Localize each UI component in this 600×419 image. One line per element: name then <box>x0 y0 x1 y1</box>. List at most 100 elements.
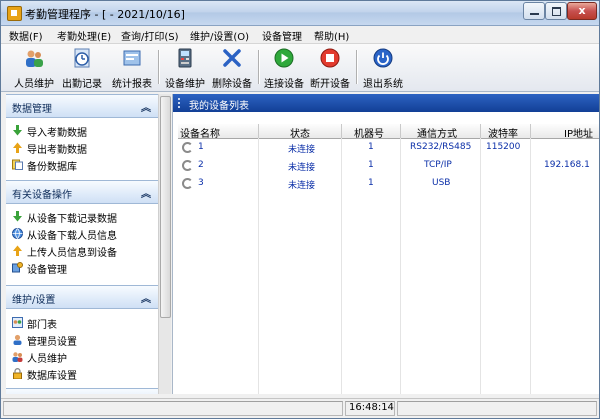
status-panel <box>3 401 343 416</box>
cell-baud-rate: 115200 <box>486 142 521 152</box>
nav-label: 上传人员信息到设备 <box>27 248 117 259</box>
navigation-pane: 数据管理 ︽ 导入考勤数据 导出考勤数据 备份数据库 有关设备操作 ︽ 从设备下… <box>6 94 158 394</box>
device-manage-icon <box>12 262 23 273</box>
col-device-name[interactable]: 设备名称 <box>180 125 220 140</box>
connect-device-button[interactable]: 连接设备 <box>261 46 307 90</box>
nav-label: 导入考勤数据 <box>27 128 87 139</box>
column-divider[interactable] <box>530 124 531 138</box>
refresh-icon <box>182 160 193 171</box>
arrow-up-icon <box>13 245 22 256</box>
toolbar: 人员维护 出勤记录 统计报表 设备维护 删除设备 连接设备 断开设备 退出系统 <box>1 43 599 92</box>
play-icon <box>274 48 294 68</box>
device-maintenance-button[interactable]: 设备维护 <box>162 46 208 90</box>
nav-label: 部门表 <box>27 320 57 331</box>
column-divider[interactable] <box>258 124 259 138</box>
menu-attendance[interactable]: 考勤处理(E) <box>57 28 111 43</box>
cell-status: 未连接 <box>288 145 316 155</box>
toolbar-separator <box>158 50 160 84</box>
disconnect-device-button[interactable]: 断开设备 <box>307 46 353 90</box>
col-ip-address[interactable]: IP地址 <box>564 125 593 140</box>
nav-label: 人员维护 <box>27 354 67 365</box>
cell-machine-no: 1 <box>368 178 374 188</box>
nav-label: 从设备下载人员信息 <box>27 231 117 242</box>
nav-label: 从设备下载记录数据 <box>27 214 117 225</box>
menu-help[interactable]: 帮助(H) <box>314 28 349 43</box>
group-collapsed-next[interactable] <box>6 388 158 394</box>
menu-query-print[interactable]: 查询/打印(S) <box>121 28 179 43</box>
collapse-icon[interactable]: ︽ <box>141 290 151 305</box>
group-maintenance-settings[interactable]: 维护/设置 ︽ <box>6 285 158 309</box>
column-divider[interactable] <box>341 124 342 138</box>
collapse-icon[interactable]: ︽ <box>141 185 151 200</box>
users-button[interactable]: 人员维护 <box>11 46 57 90</box>
maximize-button[interactable] <box>545 2 567 20</box>
status-bar: 16:48:14 <box>1 398 599 418</box>
attendance-record-label: 出勤记录 <box>62 79 102 90</box>
group-title: 数据管理 <box>12 104 52 115</box>
minimize-button[interactable] <box>523 2 545 20</box>
menu-device[interactable]: 设备管理 <box>262 28 302 43</box>
exit-button[interactable]: 退出系统 <box>360 46 406 90</box>
refresh-icon <box>182 142 193 153</box>
report-button[interactable]: 统计报表 <box>109 46 155 90</box>
cell-comm-mode: USB <box>432 178 451 188</box>
cell-comm-mode: TCP/IP <box>424 160 452 170</box>
nav-scrollbar[interactable] <box>158 94 171 394</box>
nav-label: 设备管理 <box>27 265 67 276</box>
collapse-icon[interactable]: ︽ <box>141 99 151 114</box>
report-label: 统计报表 <box>112 79 152 90</box>
table-row[interactable]: 3 未连接 1 USB <box>178 175 599 192</box>
arrow-down-icon <box>13 211 22 222</box>
delete-device-button[interactable]: 删除设备 <box>209 46 255 90</box>
clock-icon <box>74 48 90 68</box>
cell-comm-mode: RS232/RS485 <box>410 142 472 152</box>
cell-device-name: 2 <box>198 160 204 170</box>
nav-label: 数据库设置 <box>27 371 77 382</box>
users-icon <box>26 50 43 67</box>
exit-label: 退出系统 <box>363 79 403 90</box>
status-panel <box>397 401 597 416</box>
col-baud-rate[interactable]: 波特率 <box>488 125 518 140</box>
power-icon <box>373 48 393 68</box>
menu-data[interactable]: 数据(F) <box>9 28 43 43</box>
arrow-down-icon <box>13 125 22 136</box>
group-device-operations[interactable]: 有关设备操作 ︽ <box>6 180 158 204</box>
cell-device-name: 3 <box>198 178 204 188</box>
table-row[interactable]: 1 未连接 1 RS232/RS485 115200 <box>178 139 599 156</box>
close-button[interactable]: x <box>567 2 597 20</box>
window-title: 考勤管理程序 - [ - 2021/10/16] <box>25 8 185 21</box>
cell-device-name: 1 <box>198 142 204 152</box>
table-row[interactable]: 2 未连接 1 TCP/IP 192.168.1 <box>178 157 599 174</box>
users-label: 人员维护 <box>14 79 54 90</box>
title-bar[interactable]: 考勤管理程序 - [ - 2021/10/16] x <box>1 1 599 26</box>
menu-maintenance[interactable]: 维护/设置(O) <box>190 28 249 43</box>
col-machine-no[interactable]: 机器号 <box>354 125 384 140</box>
department-icon <box>12 317 23 328</box>
col-comm-mode[interactable]: 通信方式 <box>417 125 457 140</box>
column-divider[interactable] <box>400 124 401 138</box>
admin-icon <box>13 334 22 345</box>
app-window: 考勤管理程序 - [ - 2021/10/16] x 数据(F) 考勤处理(E)… <box>0 0 600 419</box>
nav-label: 备份数据库 <box>27 162 77 173</box>
refresh-icon <box>182 178 193 189</box>
nav-scrollbar-thumb[interactable] <box>160 96 171 318</box>
device-list-pane: 我的设备列表 设备名称 状态 机器号 通信方式 波特率 IP地址 1 未连接 1… <box>172 94 599 394</box>
column-divider[interactable] <box>480 124 481 138</box>
arrow-up-icon <box>13 142 22 153</box>
nav-label: 导出考勤数据 <box>27 145 87 156</box>
globe-icon <box>12 228 23 239</box>
cell-ip-address: 192.168.1 <box>544 160 590 170</box>
delete-device-label: 删除设备 <box>212 79 252 90</box>
person-icon <box>12 352 23 362</box>
cell-machine-no: 1 <box>368 142 374 152</box>
attendance-record-button[interactable]: 出勤记录 <box>59 46 105 90</box>
group-data-management[interactable]: 数据管理 ︽ <box>6 94 158 118</box>
connect-device-label: 连接设备 <box>264 79 304 90</box>
col-status[interactable]: 状态 <box>290 125 310 140</box>
grip-icon <box>178 98 182 108</box>
close-icon: x <box>578 4 586 17</box>
device-maintenance-label: 设备维护 <box>165 79 205 90</box>
device-list-header: 我的设备列表 <box>173 94 599 112</box>
menu-bar: 数据(F) 考勤处理(E) 查询/打印(S) 维护/设置(O) 设备管理 帮助(… <box>1 26 599 43</box>
nav-label: 管理员设置 <box>27 337 77 348</box>
